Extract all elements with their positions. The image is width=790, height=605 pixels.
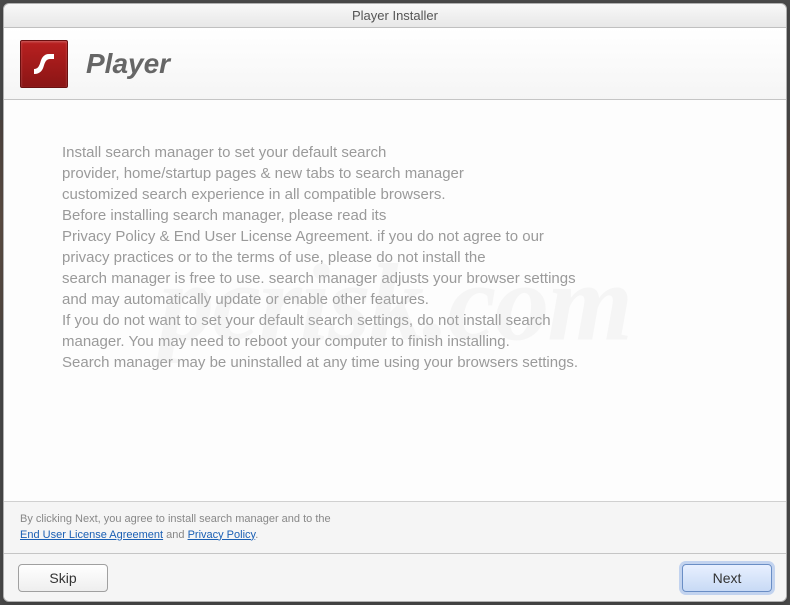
window-title: Player Installer (352, 8, 438, 23)
skip-button[interactable]: Skip (18, 564, 108, 592)
agreement-and: and (163, 529, 187, 541)
content-area: Install search manager to set your defau… (4, 100, 786, 501)
footer: By clicking Next, you agree to install s… (4, 501, 786, 553)
header: Player (4, 28, 786, 100)
next-button[interactable]: Next (682, 564, 772, 592)
eula-link[interactable]: End User License Agreement (20, 529, 163, 541)
privacy-policy-link[interactable]: Privacy Policy (188, 529, 256, 541)
body-text: Install search manager to set your defau… (62, 142, 728, 373)
agreement-suffix: . (255, 529, 258, 541)
agreement-prefix: By clicking Next, you agree to install s… (20, 513, 331, 525)
button-bar: Skip Next (4, 553, 786, 601)
header-title: Player (86, 48, 170, 80)
titlebar: Player Installer (4, 4, 786, 28)
agreement-text: By clicking Next, you agree to install s… (20, 512, 770, 543)
flash-player-icon (20, 40, 68, 88)
installer-window: Player Installer Player Install search m… (3, 3, 787, 602)
